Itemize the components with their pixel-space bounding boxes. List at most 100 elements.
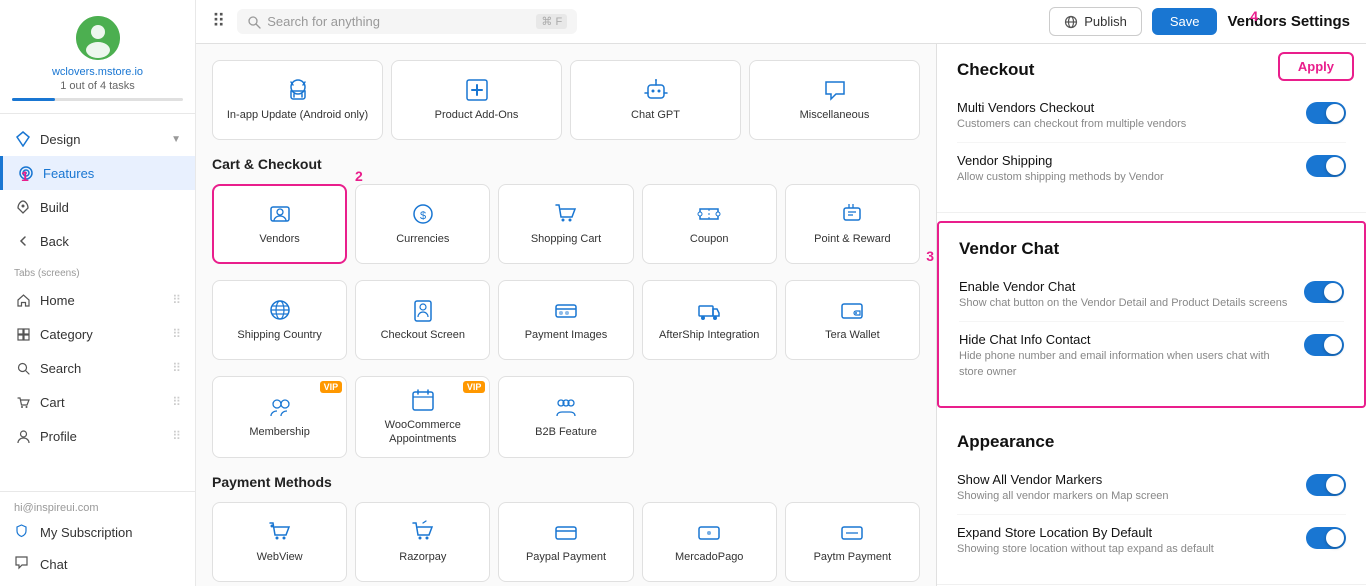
show-vendor-markers-row: Show All Vendor Markers Showing all vend… (957, 462, 1346, 515)
checkout-screen-icon (410, 297, 436, 323)
show-vendor-markers-info: Show All Vendor Markers Showing all vend… (957, 472, 1306, 504)
payment-methods-title: Payment Methods (212, 474, 920, 490)
sidebar-cart-label: Cart (40, 395, 65, 410)
feature-card-b2b[interactable]: B2B Feature (498, 376, 633, 458)
cart-icon-sidebar (14, 393, 32, 411)
multi-vendors-name: Multi Vendors Checkout (957, 100, 1294, 115)
enable-vendor-chat-row: Enable Vendor Chat Show chat button on t… (959, 269, 1344, 322)
tera-wallet-icon (839, 297, 865, 323)
vip-badge-membership: VIP (320, 381, 343, 393)
sidebar-item-cart[interactable]: Cart ⠿ (0, 385, 195, 419)
show-vendor-markers-name: Show All Vendor Markers (957, 472, 1294, 487)
diamond-icon (14, 130, 32, 148)
feature-card-point-reward[interactable]: Point & Reward (785, 184, 920, 264)
drag-handle-category: ⠿ (172, 327, 181, 341)
feature-card-aftership[interactable]: AfterShip Integration (642, 280, 777, 360)
nav-item-features[interactable]: Features (0, 156, 195, 190)
feature-label-chatgpt: Chat GPT (631, 108, 680, 122)
feature-card-paytm[interactable]: Paytm Payment (785, 502, 920, 582)
nav-item-design[interactable]: Design ▼ (0, 122, 195, 156)
chevron-down-icon: ▼ (171, 134, 181, 145)
apply-button[interactable]: Apply (1278, 52, 1354, 81)
rocket-icon (14, 198, 32, 216)
badge-number-4: 4 (1250, 8, 1258, 24)
hide-chat-info-row: Hide Chat Info Contact Hide phone number… (959, 322, 1344, 390)
right-panel: Apply Checkout Multi Vendors Checkout Cu… (936, 44, 1366, 586)
feature-card-product-addons[interactable]: Product Add-Ons (391, 60, 562, 140)
feature-card-vendors[interactable]: Vendors (212, 184, 347, 264)
drag-handle-search: ⠿ (172, 361, 181, 375)
vendor-chat-section: Vendor Chat Enable Vendor Chat Show chat… (937, 221, 1366, 408)
feature-card-mercadopago[interactable]: MercadoPago (642, 502, 777, 582)
feature-label-checkout-screen: Checkout Screen (381, 328, 465, 342)
vendors-icon (267, 201, 293, 227)
chat-icon-sidebar (14, 555, 32, 573)
enable-vendor-chat-toggle[interactable] (1304, 281, 1344, 303)
feature-card-webview[interactable]: WebView (212, 502, 347, 582)
feature-label-currencies: Currencies (396, 232, 449, 246)
arrow-left-icon (14, 232, 32, 250)
feature-card-paypal[interactable]: Paypal Payment (498, 502, 633, 582)
badge-number-2: 2 (355, 168, 363, 184)
nav-item-back[interactable]: Back (0, 224, 195, 258)
feature-card-payment-images[interactable]: Payment Images (498, 280, 633, 360)
multi-vendors-toggle[interactable] (1306, 102, 1346, 124)
progress-bar-fill (12, 98, 55, 101)
feature-card-tera-wallet[interactable]: Tera Wallet (785, 280, 920, 360)
multi-vendors-desc: Customers can checkout from multiple ven… (957, 117, 1294, 132)
feature-card-shopping-cart[interactable]: Shopping Cart (498, 184, 633, 264)
shopping-cart-icon (553, 201, 579, 227)
appearance-title: Appearance (957, 432, 1346, 452)
robot-icon (643, 77, 669, 103)
top-cards-grid: In-app Update (Android only) Product Add… (212, 60, 920, 140)
sidebar-item-home[interactable]: Home ⠿ (0, 283, 195, 317)
feature-card-checkout-screen[interactable]: Checkout Screen (355, 280, 490, 360)
feature-label-addons: Product Add-Ons (435, 108, 519, 122)
sidebar-item-profile[interactable]: Profile ⠿ (0, 419, 195, 453)
sidebar-profile: wclovers.mstore.io 1 out of 4 tasks (0, 0, 195, 114)
sidebar-home-label: Home (40, 293, 75, 308)
drag-handle-profile: ⠿ (172, 429, 181, 443)
vendor-chat-title: Vendor Chat (959, 239, 1344, 259)
save-button[interactable]: Save (1152, 8, 1218, 35)
vendor-shipping-desc: Allow custom shipping methods by Vendor (957, 170, 1294, 185)
hide-chat-info-name: Hide Chat Info Contact (959, 332, 1292, 347)
feature-card-chatgpt[interactable]: Chat GPT (570, 60, 741, 140)
vendor-shipping-toggle[interactable] (1306, 155, 1346, 177)
currencies-icon: $ (410, 201, 436, 227)
nav-item-build[interactable]: Build (0, 190, 195, 224)
payment-images-icon (553, 297, 579, 323)
tabs-section-label: Tabs (screens) (0, 258, 195, 283)
content-area: In-app Update (Android only) Product Add… (196, 44, 1366, 586)
hide-chat-info-toggle[interactable] (1304, 334, 1344, 356)
sidebar-item-search[interactable]: Search ⠿ (0, 351, 195, 385)
feature-label-b2b: B2B Feature (535, 425, 597, 439)
expand-store-toggle[interactable] (1306, 527, 1346, 549)
plus-box-icon (464, 77, 490, 103)
publish-button[interactable]: Publish (1049, 7, 1142, 36)
show-vendor-markers-toggle[interactable] (1306, 474, 1346, 496)
feature-card-misc[interactable]: Miscellaneous (749, 60, 920, 140)
feature-label-vendors: Vendors (259, 232, 299, 246)
feature-card-empty-1 (642, 376, 777, 458)
feature-label-aftership: AfterShip Integration (659, 328, 759, 342)
grid-icon (14, 325, 32, 343)
avatar (76, 16, 120, 60)
grid-menu-icon[interactable]: ⠿ (212, 11, 225, 32)
sidebar-nav: Design ▼ Features Build Back Tabs (scree… (0, 114, 195, 491)
sidebar-item-category[interactable]: Category ⠿ (0, 317, 195, 351)
topbar-right: Publish Save Vendors Settings (1049, 7, 1350, 36)
feature-card-woo-appointments[interactable]: VIP WooCommerce Appointments (355, 376, 490, 458)
my-subscription-item[interactable]: My Subscription (0, 516, 195, 548)
feature-card-razorpay[interactable]: Razorpay (355, 502, 490, 582)
feature-card-shipping-country[interactable]: Shipping Country (212, 280, 347, 360)
multi-vendors-info: Multi Vendors Checkout Customers can che… (957, 100, 1306, 132)
feature-label-woo: WooCommerce Appointments (362, 418, 483, 447)
feature-card-currencies[interactable]: $ Currencies (355, 184, 490, 264)
chat-item[interactable]: Chat (0, 548, 195, 580)
enable-vendor-chat-desc: Show chat button on the Vendor Detail an… (959, 296, 1292, 311)
feature-card-coupon[interactable]: Coupon (642, 184, 777, 264)
feature-card-inapp-update[interactable]: In-app Update (Android only) (212, 60, 383, 140)
feature-card-membership[interactable]: VIP Membership (212, 376, 347, 458)
search-bar[interactable]: Search for anything ⌘ F (237, 9, 577, 34)
